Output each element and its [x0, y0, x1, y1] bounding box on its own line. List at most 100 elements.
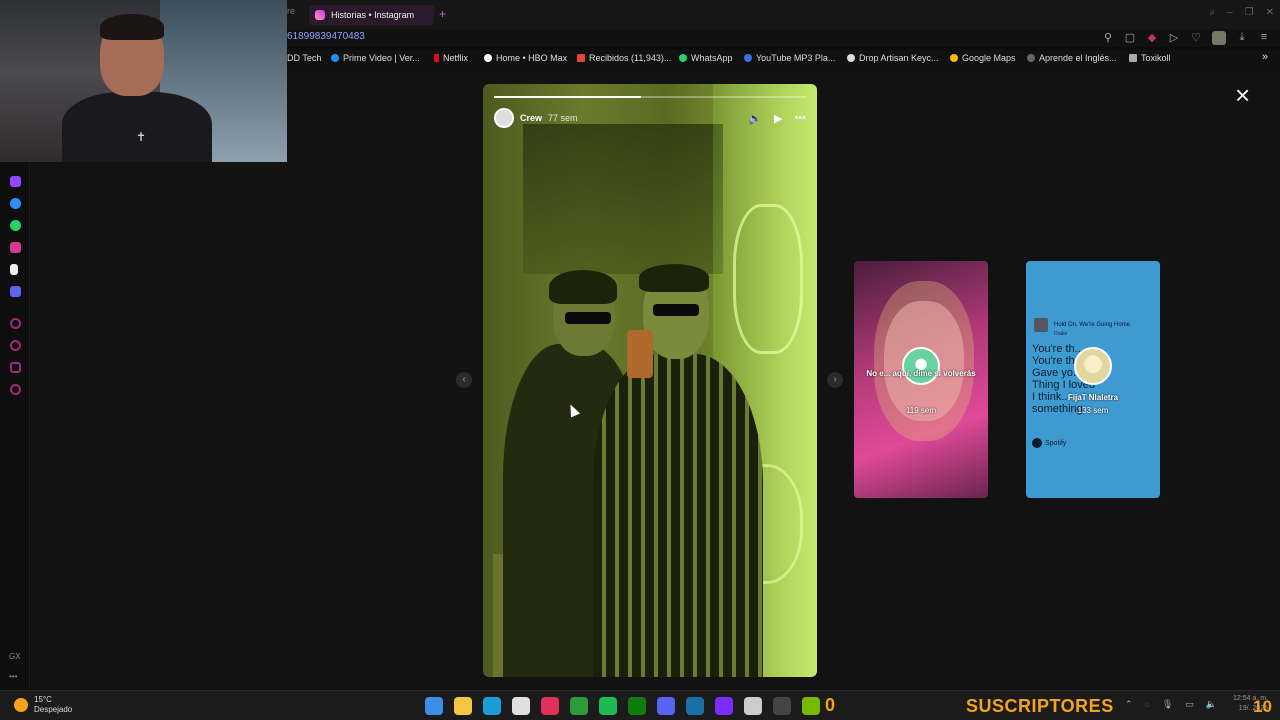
preview-avatar [902, 347, 940, 385]
download-icon[interactable]: ⤓ [1236, 31, 1248, 45]
clock-app-icon[interactable] [744, 697, 762, 715]
steam-icon[interactable] [686, 697, 704, 715]
network-icon[interactable]: ▭ [1185, 699, 1194, 710]
discord-taskbar-icon[interactable] [657, 697, 675, 715]
person-left-hair [549, 270, 617, 304]
settings-icon[interactable] [10, 384, 21, 395]
spotify-icon[interactable] [599, 697, 617, 715]
file-explorer-icon[interactable] [454, 697, 472, 715]
story-time: 77 sem [548, 113, 578, 123]
overlay-digit: 10 [1253, 697, 1272, 716]
microphone-icon[interactable]: 🎙 [1162, 699, 1173, 710]
taskbar: 15°C Despejado 0 SUSCRIPTORES ⌃ ◌ 🎙 ▭ 🔈 … [0, 690, 1280, 720]
snapshot-icon[interactable]: ▢ [1124, 31, 1136, 45]
windows-start-icon[interactable] [425, 697, 443, 715]
history-icon[interactable] [10, 340, 21, 351]
bookmark-netflix[interactable]: Netflix [434, 53, 468, 63]
bookmark-aprende-ingles[interactable]: Aprende el Inglés... [1027, 53, 1117, 63]
bookmark-drop-artisan[interactable]: Drop Artisan Keyc... [847, 53, 939, 63]
story-username[interactable]: Crew [520, 113, 542, 123]
search-icon[interactable]: ⌕ [1209, 7, 1215, 18]
streamer-body [62, 92, 212, 162]
address-input[interactable]: 61899839470483 [287, 31, 365, 42]
bookmark-prime-video[interactable]: Prime Video | Ver... [331, 53, 420, 63]
mute-icon[interactable]: 🔈 [748, 112, 762, 125]
edge-icon[interactable] [483, 697, 501, 715]
person-right [593, 354, 763, 677]
story-preview[interactable]: No e... aquí, dime si volverás 119 sem [854, 261, 988, 498]
nvidia-icon[interactable] [802, 697, 820, 715]
spotify-badge: Spotify [1032, 438, 1066, 448]
tray-chevron-icon[interactable]: ⌃ [1125, 699, 1133, 710]
gx-label: GX [9, 652, 21, 661]
instagram-tab-icon [315, 10, 325, 20]
twitch-icon[interactable] [10, 176, 21, 187]
sunglasses [653, 304, 699, 316]
tiktok-icon[interactable] [10, 264, 18, 275]
youtube-mp3-icon [744, 54, 752, 62]
story-progress-fill [494, 96, 641, 98]
story-header: Crew 77 sem 🔈 ▶ ••• [494, 107, 806, 129]
whatsapp-icon[interactable] [10, 220, 21, 231]
tray-app-icon[interactable]: ◌ [1145, 699, 1150, 710]
bookmark-youtube-mp3[interactable]: YouTube MP3 Pla... [744, 53, 835, 63]
xbox-app-icon[interactable] [570, 697, 588, 715]
purple-app-icon[interactable] [715, 697, 733, 715]
tab-title: Historias • Instagram [331, 10, 415, 20]
opera-gx-icon[interactable] [541, 697, 559, 715]
story-preview[interactable]: Hold On, We're Going Home Drake You're t… [1026, 261, 1160, 498]
player-icon[interactable] [10, 318, 21, 329]
gmail-icon [577, 54, 585, 62]
more-options-icon[interactable]: ••• [794, 112, 806, 124]
tab-instagram-stories[interactable]: Historias • Instagram [309, 5, 434, 25]
previous-story-chevron-icon[interactable]: ‹ [456, 372, 472, 388]
minimize-icon[interactable]: – [1227, 7, 1233, 18]
bookmark-dd-tech[interactable]: DD Tech [287, 53, 321, 63]
weather-widget[interactable]: 15°C Despejado [14, 695, 72, 715]
preview-avatar [1074, 347, 1112, 385]
story-user-avatar[interactable] [494, 108, 514, 128]
maximize-icon[interactable]: ❐ [1245, 7, 1254, 18]
heart-icon[interactable]: ♡ [1190, 31, 1202, 45]
bookmarks-overflow-icon[interactable]: » [1262, 51, 1268, 63]
shield-icon[interactable]: ◆ [1146, 31, 1158, 45]
close-stories-icon[interactable]: × [1235, 82, 1250, 108]
subscribers-label: SUSCRIPTORES [966, 696, 1114, 716]
bookmark-gmail[interactable]: Recibidos (11,943)... [577, 53, 671, 63]
streamer-hair [100, 14, 164, 40]
bookmark-google-maps[interactable]: Google Maps [950, 53, 1016, 63]
bookmark-hbo-max[interactable]: Home • HBO Max [484, 53, 567, 63]
toolbar-icons: ⚲ ▢ ◆ ▷ ♡ ⤓ ≡ [1102, 31, 1270, 45]
volume-icon[interactable]: 🔈 [1206, 699, 1217, 710]
pin-icon[interactable]: ⚲ [1102, 31, 1114, 45]
preview-time: 133 sem [1077, 406, 1109, 415]
instagram-icon[interactable] [10, 242, 21, 253]
bookmark-toxikoll[interactable]: Toxikoll [1129, 53, 1171, 63]
messenger-icon[interactable] [10, 198, 21, 209]
profile-avatar[interactable] [1212, 31, 1226, 45]
story-controls: 🔈 ▶ ••• [748, 112, 806, 125]
xbox-icon[interactable] [628, 697, 646, 715]
sidebar-more-bottom-icon[interactable]: ••• [9, 672, 17, 681]
bookmark-whatsapp[interactable]: WhatsApp [679, 53, 733, 63]
new-tab-button[interactable]: + [439, 7, 446, 21]
preview-username: FijaT Nlaletra [1067, 393, 1119, 402]
ceiling-shade [523, 124, 723, 274]
system-tray: ⌃ ◌ 🎙 ▭ 🔈 [1125, 699, 1217, 710]
menu-icon[interactable]: ≡ [1258, 31, 1270, 45]
play-icon[interactable]: ▶ [774, 112, 782, 125]
story-progress-bar [494, 96, 806, 98]
sunglasses [565, 312, 611, 324]
store-icon[interactable] [512, 697, 530, 715]
next-story-chevron-icon[interactable]: › [827, 372, 843, 388]
play-icon[interactable]: ▷ [1168, 31, 1180, 45]
discord-icon[interactable] [10, 286, 21, 297]
extensions-icon[interactable] [10, 362, 21, 373]
tab-previous[interactable]: re [287, 6, 295, 16]
story-card[interactable]: Crew 77 sem 🔈 ▶ ••• [483, 84, 817, 677]
window-close-icon[interactable]: ✕ [1266, 7, 1274, 18]
neon-light [733, 204, 803, 354]
phone [627, 330, 653, 378]
epic-games-icon[interactable] [773, 697, 791, 715]
drop-icon [847, 54, 855, 62]
